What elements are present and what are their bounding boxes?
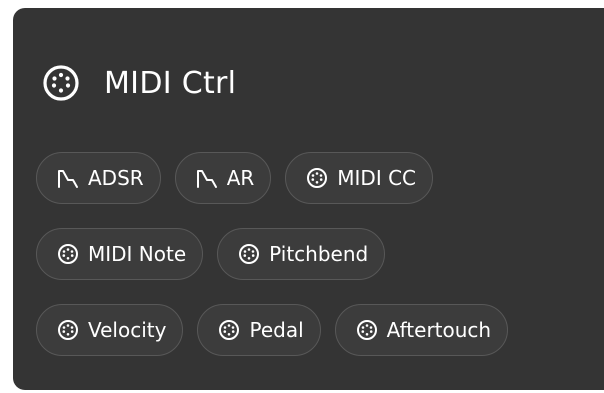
chip-midi-cc[interactable]: MIDI CC (285, 152, 434, 204)
chip-ar[interactable]: AR (174, 152, 272, 204)
chip-label: ADSR (88, 166, 144, 190)
midi-din-connector-icon (57, 319, 79, 341)
panel-header: MIDI Ctrl (42, 58, 236, 108)
chip-label: Pedal (249, 318, 304, 342)
chip-list: ADSR AR MIDI CC MIDI Note Pitchbend Velo… (36, 152, 522, 380)
chip-pedal[interactable]: Pedal (197, 304, 321, 356)
chip-label: AR (226, 166, 255, 190)
chip-row: MIDI Note Pitchbend (36, 228, 522, 282)
chip-pitchbend[interactable]: Pitchbend (217, 228, 386, 280)
chip-row: Velocity Pedal Aftertouch (36, 304, 522, 358)
midi-din-connector-icon (42, 64, 80, 102)
midi-din-connector-icon (238, 243, 260, 265)
midi-ctrl-panel: MIDI Ctrl ADSR AR MIDI CC MIDI Note Pitc… (13, 8, 604, 390)
chip-label: Velocity (88, 318, 167, 342)
midi-din-connector-icon (306, 167, 328, 189)
chip-label: MIDI Note (88, 242, 187, 266)
chip-label: Aftertouch (386, 318, 492, 342)
midi-din-connector-icon (57, 243, 79, 265)
chip-label: MIDI CC (337, 166, 417, 190)
chip-row: ADSR AR MIDI CC (36, 152, 522, 206)
chip-velocity[interactable]: Velocity (36, 304, 184, 356)
chip-aftertouch[interactable]: Aftertouch (334, 304, 509, 356)
adsr-envelope-icon (196, 167, 218, 189)
adsr-envelope-icon (57, 167, 79, 189)
midi-din-connector-icon (218, 319, 240, 341)
panel-title: MIDI Ctrl (104, 65, 237, 101)
chip-label: Pitchbend (269, 242, 369, 266)
chip-midi-note[interactable]: MIDI Note (36, 228, 204, 280)
midi-din-connector-icon (356, 319, 378, 341)
chip-adsr[interactable]: ADSR (36, 152, 161, 204)
